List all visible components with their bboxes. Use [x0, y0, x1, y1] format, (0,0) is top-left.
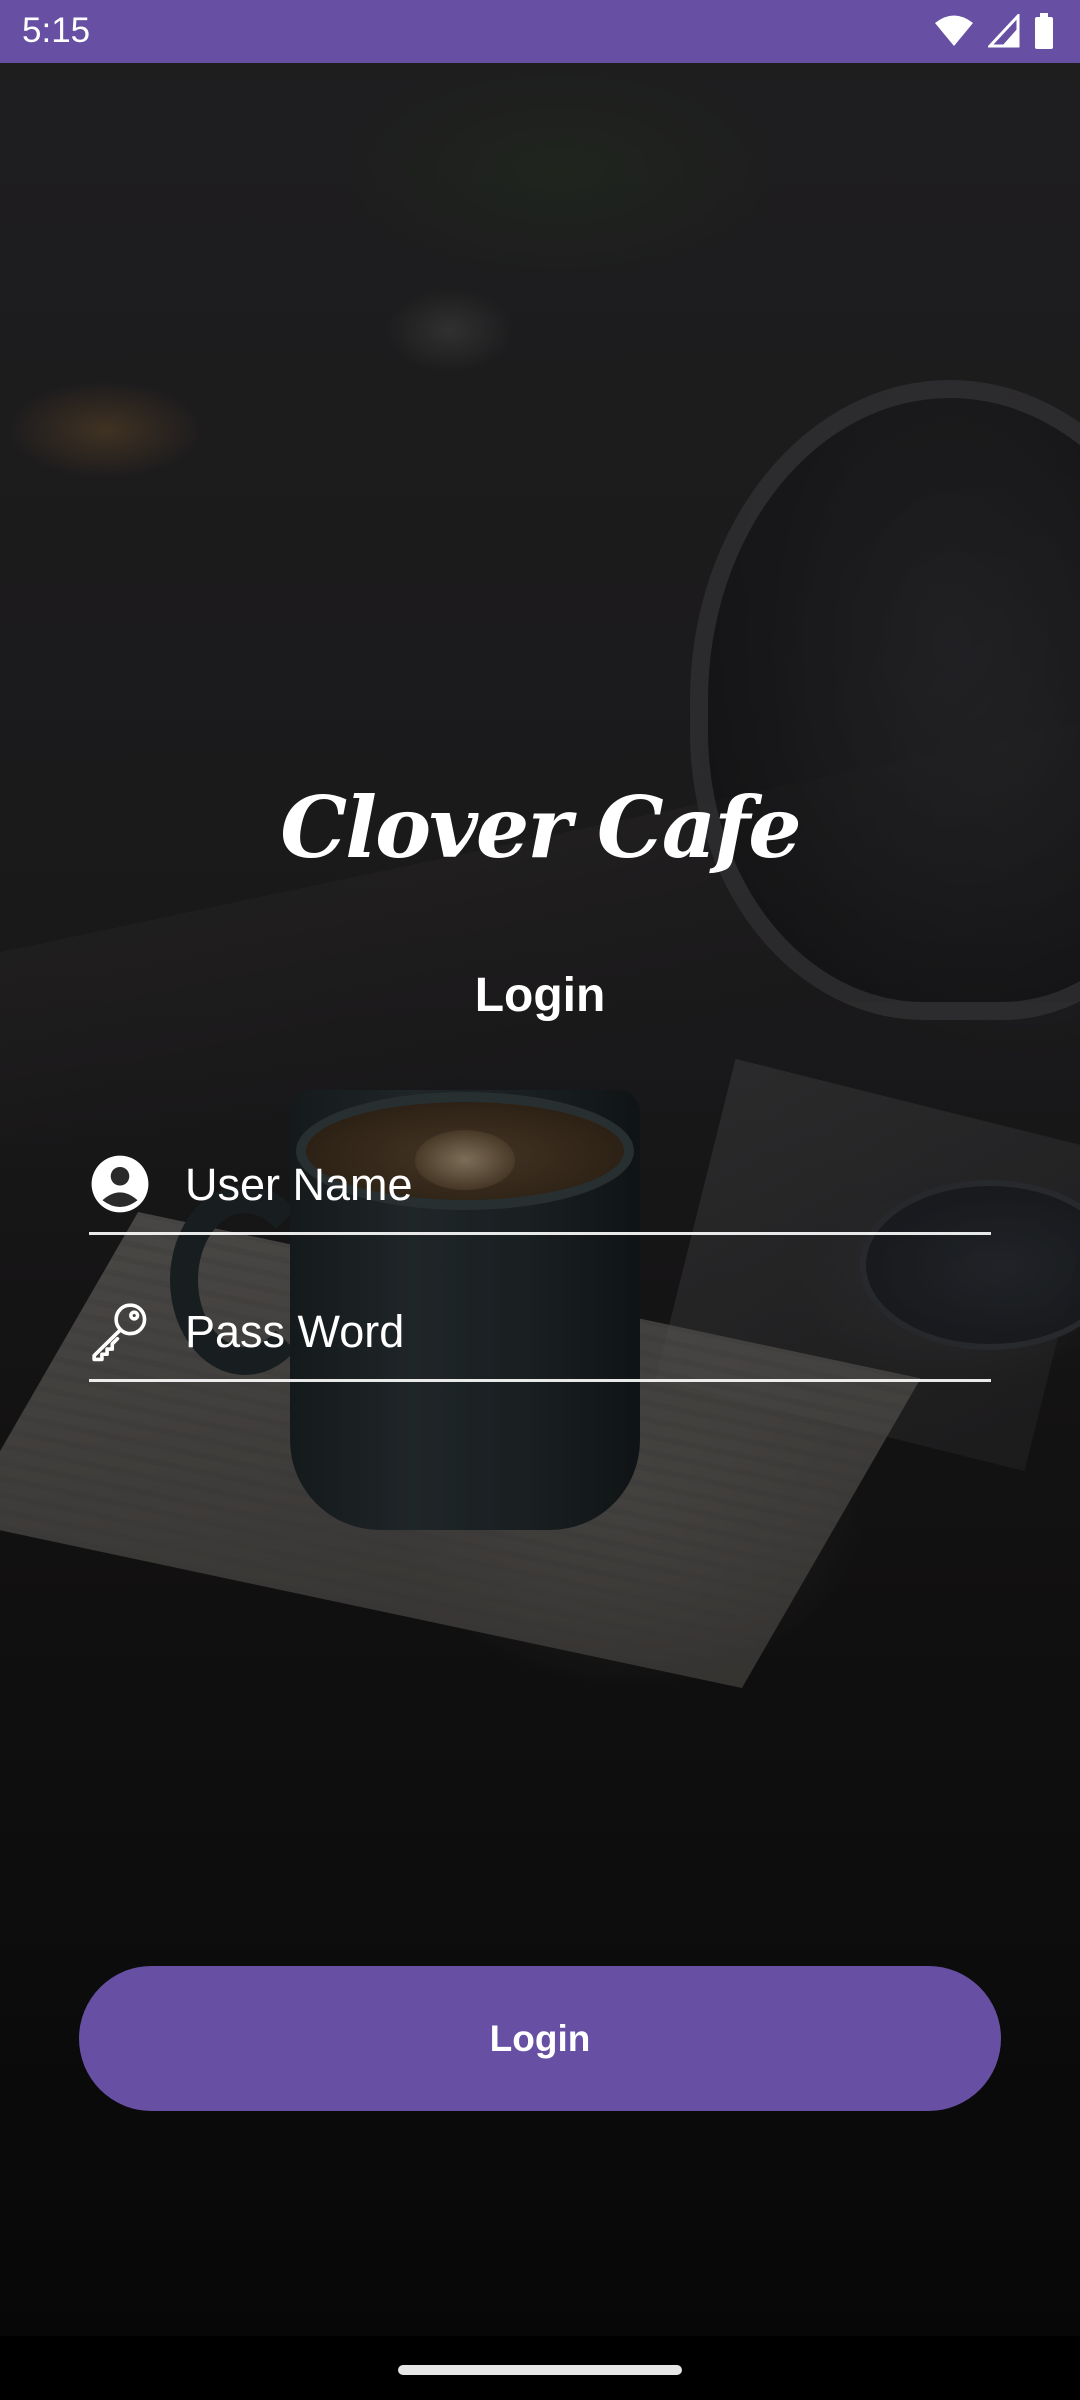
- login-screen: 5:15 Clover Cafe Login User Name Login: [0, 0, 1080, 2400]
- home-indicator[interactable]: [398, 2365, 682, 2375]
- password-input[interactable]: [185, 1300, 975, 1364]
- login-heading: Login: [474, 969, 606, 1022]
- password-field[interactable]: [89, 1292, 991, 1382]
- status-time: 5:15: [22, 11, 91, 50]
- login-button[interactable]: Login: [79, 1966, 1001, 2111]
- account-circle-icon: [89, 1153, 151, 1215]
- username-input[interactable]: [185, 1153, 975, 1217]
- app-title: Clover Cafe: [280, 778, 801, 877]
- status-icons: [934, 13, 1054, 49]
- battery-icon: [1034, 13, 1054, 49]
- username-field[interactable]: [89, 1145, 991, 1235]
- wifi-icon: [934, 14, 974, 48]
- key-icon: [89, 1300, 151, 1362]
- cellular-signal-icon: [988, 14, 1020, 48]
- status-bar: 5:15: [0, 0, 1080, 63]
